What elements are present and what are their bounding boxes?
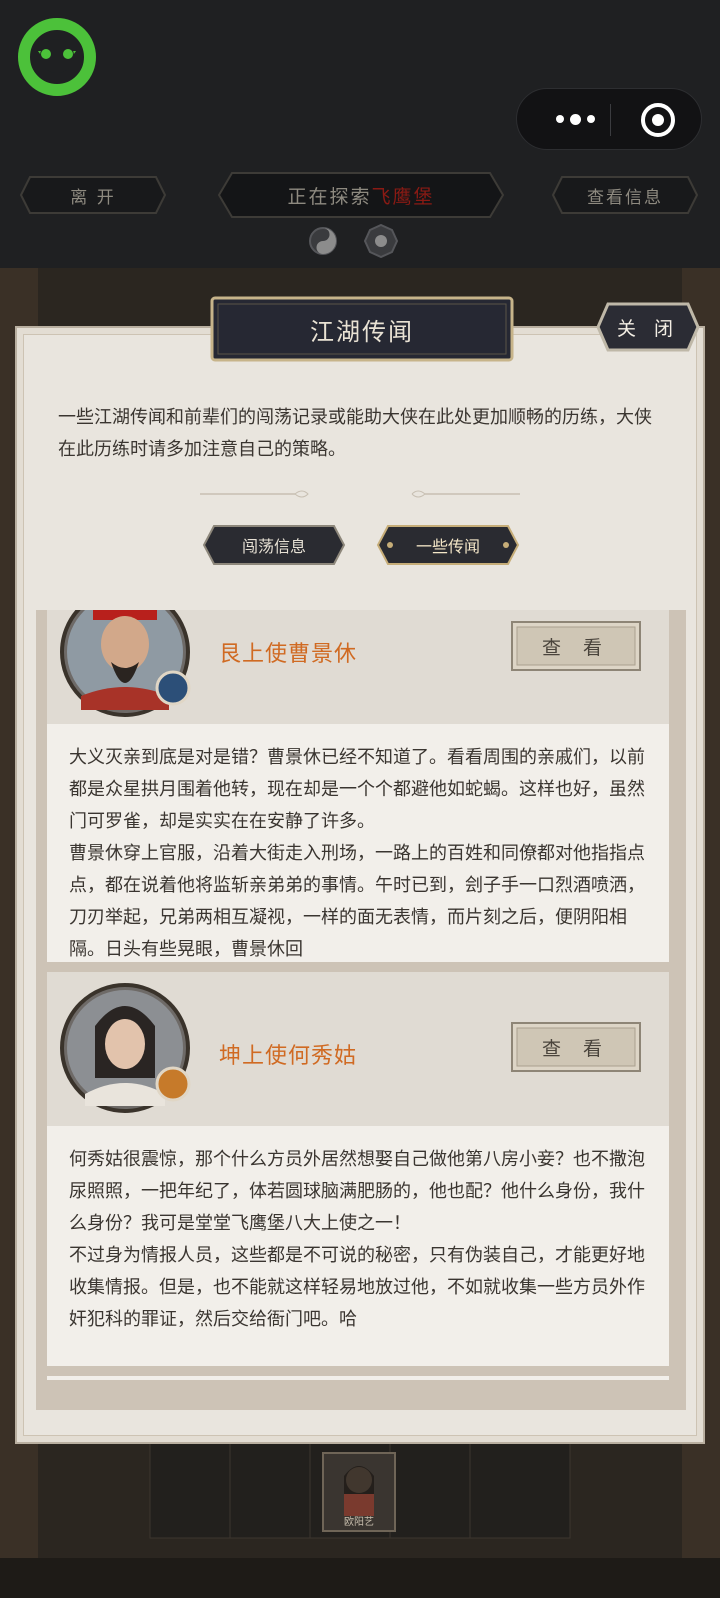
- tab-roam-info[interactable]: 闯荡信息: [202, 524, 346, 566]
- leave-label: 离 开: [70, 187, 116, 208]
- view-button-label: 查 看: [541, 636, 611, 659]
- status-place: 飞鹰堡: [371, 185, 435, 208]
- more-menu-icon[interactable]: [545, 89, 605, 149]
- rumor-list[interactable]: 艮上使曹景休 查 看 大义灭亲到底是对是错？曹景休已经不知道了。看看周围的亲戚们…: [36, 610, 686, 1410]
- leave-button[interactable]: 离 开: [20, 176, 166, 214]
- card-story-text: 大义灭亲到底是对是错？曹景休已经不知道了。看看周围的亲戚们，以前都是众星拱月围着…: [69, 747, 645, 960]
- tab-roam-info-label: 闯荡信息: [241, 537, 306, 556]
- intro-text: 一些江湖传闻和前辈们的闯荡记录或能助大侠在此处更加顺畅的历练，大侠在此历练时请多…: [58, 407, 652, 460]
- avatar: [60, 610, 191, 717]
- tab-some-rumors-label: 一些传闻: [415, 537, 480, 556]
- bagua-icon[interactable]: [364, 224, 398, 258]
- rumor-card: 艮上使曹景休 查 看 大义灭亲到底是对是错？曹景休已经不知道了。看看周围的亲戚们…: [47, 610, 669, 962]
- mini-program-capsule: [516, 88, 702, 150]
- panel-title-text: 江湖传闻: [310, 317, 414, 346]
- card-header: 坤上使何秀姑 查 看: [47, 972, 669, 1126]
- view-info-button[interactable]: 查看信息: [552, 176, 698, 214]
- status-prefix: 正在探索: [287, 185, 372, 208]
- card-story: 大义灭亲到底是对是错？曹景休已经不知道了。看看周围的亲戚们，以前都是众星拱月围着…: [47, 724, 669, 962]
- ornament-divider: [200, 490, 520, 498]
- avatar: [60, 983, 191, 1113]
- capsule-divider: [610, 104, 611, 136]
- view-info-label: 查看信息: [587, 187, 663, 208]
- map-character-name: 欧阳艺: [344, 1517, 374, 1528]
- view-button-label: 查 看: [541, 1037, 611, 1060]
- close-button[interactable]: 关 闭: [596, 302, 700, 352]
- close-label: 关 闭: [616, 317, 680, 340]
- app-logo-icon[interactable]: [18, 18, 96, 96]
- view-button[interactable]: 查 看: [511, 1022, 641, 1072]
- card-name: 坤上使何秀姑: [219, 1044, 358, 1069]
- rumor-card: 坤上使何秀姑 查 看 何秀姑很震惊，那个什么方员外居然想娶自己做他第八房小妾？也…: [47, 972, 669, 1366]
- view-button[interactable]: 查 看: [511, 621, 641, 671]
- yin-yang-icon[interactable]: [308, 226, 338, 256]
- map-character-thumb[interactable]: 欧阳艺: [322, 1452, 396, 1532]
- exploring-status: 正在探索 飞鹰堡: [218, 172, 504, 218]
- card-header: 艮上使曹景休 查 看: [47, 610, 669, 724]
- card-story-text: 何秀姑很震惊，那个什么方员外居然想娶自己做他第八房小妾？也不撒泡尿照照，一把年纪…: [69, 1149, 645, 1330]
- list-next-card-edge: [47, 1376, 669, 1380]
- card-story: 何秀姑很震惊，那个什么方员外居然想娶自己做他第八房小妾？也不撒泡尿照照，一把年纪…: [47, 1126, 669, 1366]
- top-bar: 离 开 正在探索 飞鹰堡 查看信息: [0, 0, 720, 268]
- panel-title: 江湖传闻: [210, 296, 514, 362]
- card-name: 艮上使曹景休: [219, 642, 358, 667]
- close-miniprogram-icon[interactable]: [640, 102, 676, 138]
- tab-some-rumors[interactable]: 一些传闻: [376, 524, 520, 566]
